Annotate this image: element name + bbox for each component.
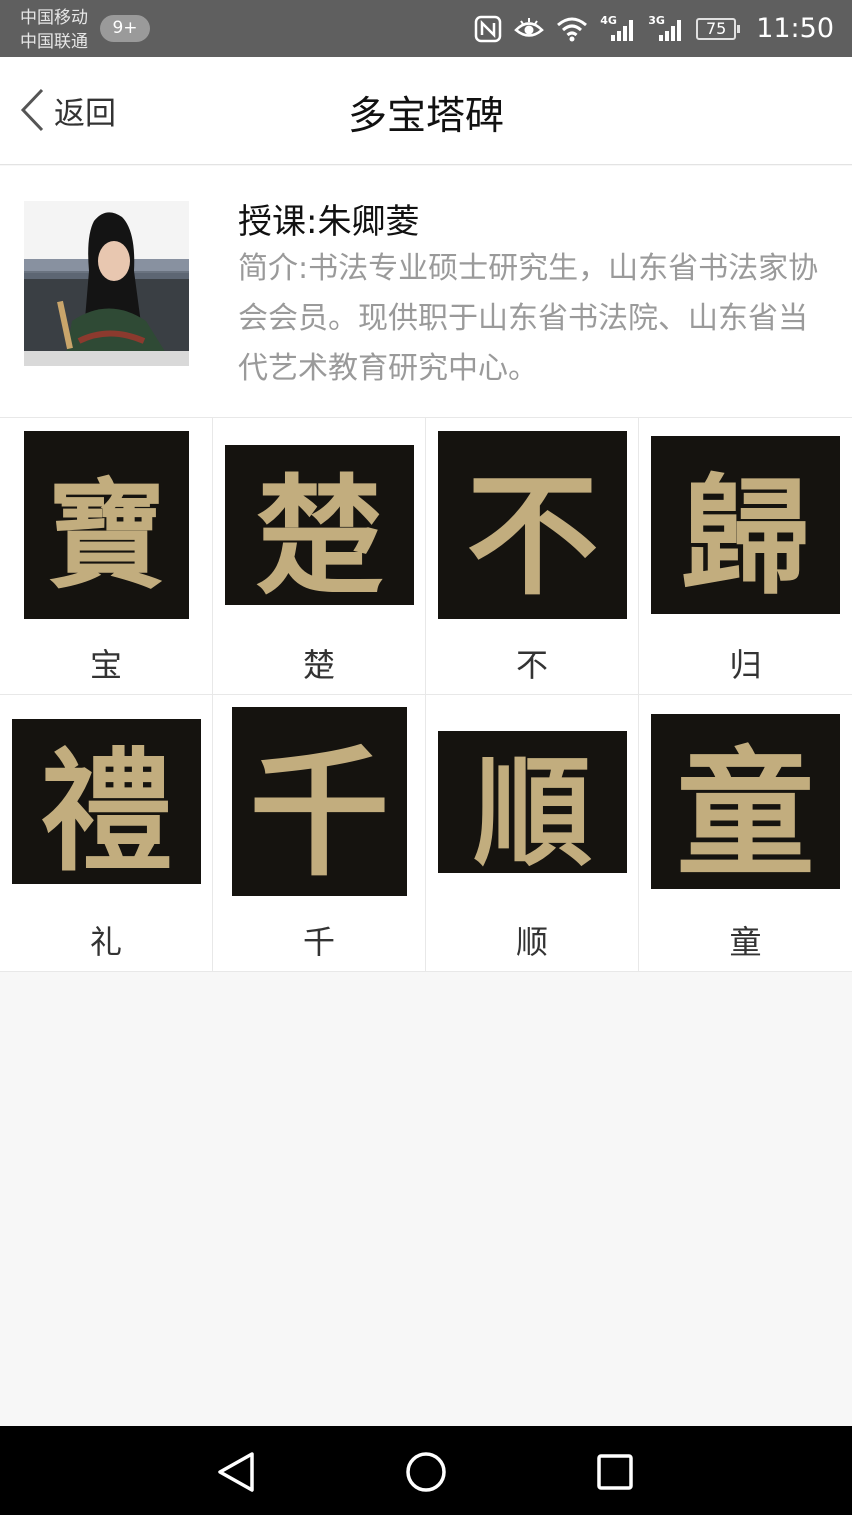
status-bar: 中国移动 中国联通 9+ 4G 3G 75 11:50	[0, 0, 852, 57]
rubbing-image: 歸	[651, 436, 840, 614]
teacher-card: 授课:朱卿菱 简介:书法专业硕士研究生，山东省书法家协会会员。现供职于山东省书法…	[0, 166, 852, 418]
eye-comfort-icon	[514, 17, 545, 41]
rubbing-image: 楚	[225, 445, 414, 605]
rubbing-image: 童	[651, 714, 840, 889]
character-label: 礼	[89, 923, 122, 961]
character-item-bao[interactable]: 寶 宝	[0, 418, 213, 695]
rubbing-glyph: 楚	[255, 461, 384, 606]
carrier-info: 中国移动 中国联通	[20, 6, 88, 54]
carrier-2: 中国联通	[20, 32, 88, 52]
page-title: 多宝塔碑	[347, 94, 504, 139]
rubbing-glyph: 順	[473, 742, 592, 874]
back-triangle-icon[interactable]	[212, 1448, 260, 1496]
signal-4g-icon: 4G	[600, 14, 636, 44]
notification-badge: 9+	[100, 15, 150, 42]
rubbing-glyph: 千	[249, 731, 390, 896]
character-item-bu[interactable]: 不 不	[426, 418, 639, 695]
rubbing-glyph: 寶	[47, 465, 166, 605]
character-item-qian[interactable]: 千 千	[213, 695, 426, 972]
character-item-gui[interactable]: 歸 归	[639, 418, 852, 695]
teacher-avatar	[24, 201, 189, 366]
character-item-chu[interactable]: 楚 楚	[213, 418, 426, 695]
character-item-tong[interactable]: 童 童	[639, 695, 852, 972]
system-nav-bar	[0, 1426, 852, 1515]
clock: 11:50	[756, 13, 834, 44]
rubbing-glyph: 童	[676, 731, 815, 890]
nfc-icon	[474, 15, 502, 43]
rubbing-image: 不	[438, 431, 627, 619]
character-label: 顺	[515, 923, 548, 961]
battery-icon: 75	[696, 17, 741, 40]
wifi-icon	[556, 16, 588, 42]
teacher-intro: 简介:书法专业硕士研究生，山东省书法家协会会员。现供职于山东省书法院、山东省当代…	[238, 251, 819, 386]
character-grid: 寶 宝 楚 楚 不 不 歸 归 禮 礼 千 千 順 顺 童 童	[0, 418, 852, 972]
recents-square-icon[interactable]	[591, 1448, 639, 1496]
character-label: 不	[515, 646, 548, 684]
rubbing-image: 順	[438, 731, 627, 873]
character-label: 童	[729, 923, 762, 961]
rubbing-glyph: 歸	[681, 461, 810, 612]
rubbing-image: 寶	[24, 431, 189, 619]
rubbing-image: 禮	[12, 719, 201, 884]
character-item-shun[interactable]: 順 顺	[426, 695, 639, 972]
character-item-li[interactable]: 禮 礼	[0, 695, 213, 972]
rubbing-glyph: 不	[466, 458, 599, 614]
teacher-name: 授课:朱卿菱	[238, 202, 420, 242]
character-label: 宝	[89, 646, 122, 684]
rubbing-image: 千	[232, 707, 407, 896]
nav-bar: 返回 多宝塔碑	[0, 57, 852, 165]
home-circle-icon[interactable]	[402, 1448, 450, 1496]
character-label: 楚	[302, 646, 335, 684]
character-label: 归	[729, 646, 762, 684]
signal-3g-icon: 3G	[648, 14, 684, 44]
character-label: 千	[302, 923, 335, 961]
carrier-1: 中国移动	[20, 8, 88, 28]
rubbing-glyph: 禮	[40, 735, 173, 884]
